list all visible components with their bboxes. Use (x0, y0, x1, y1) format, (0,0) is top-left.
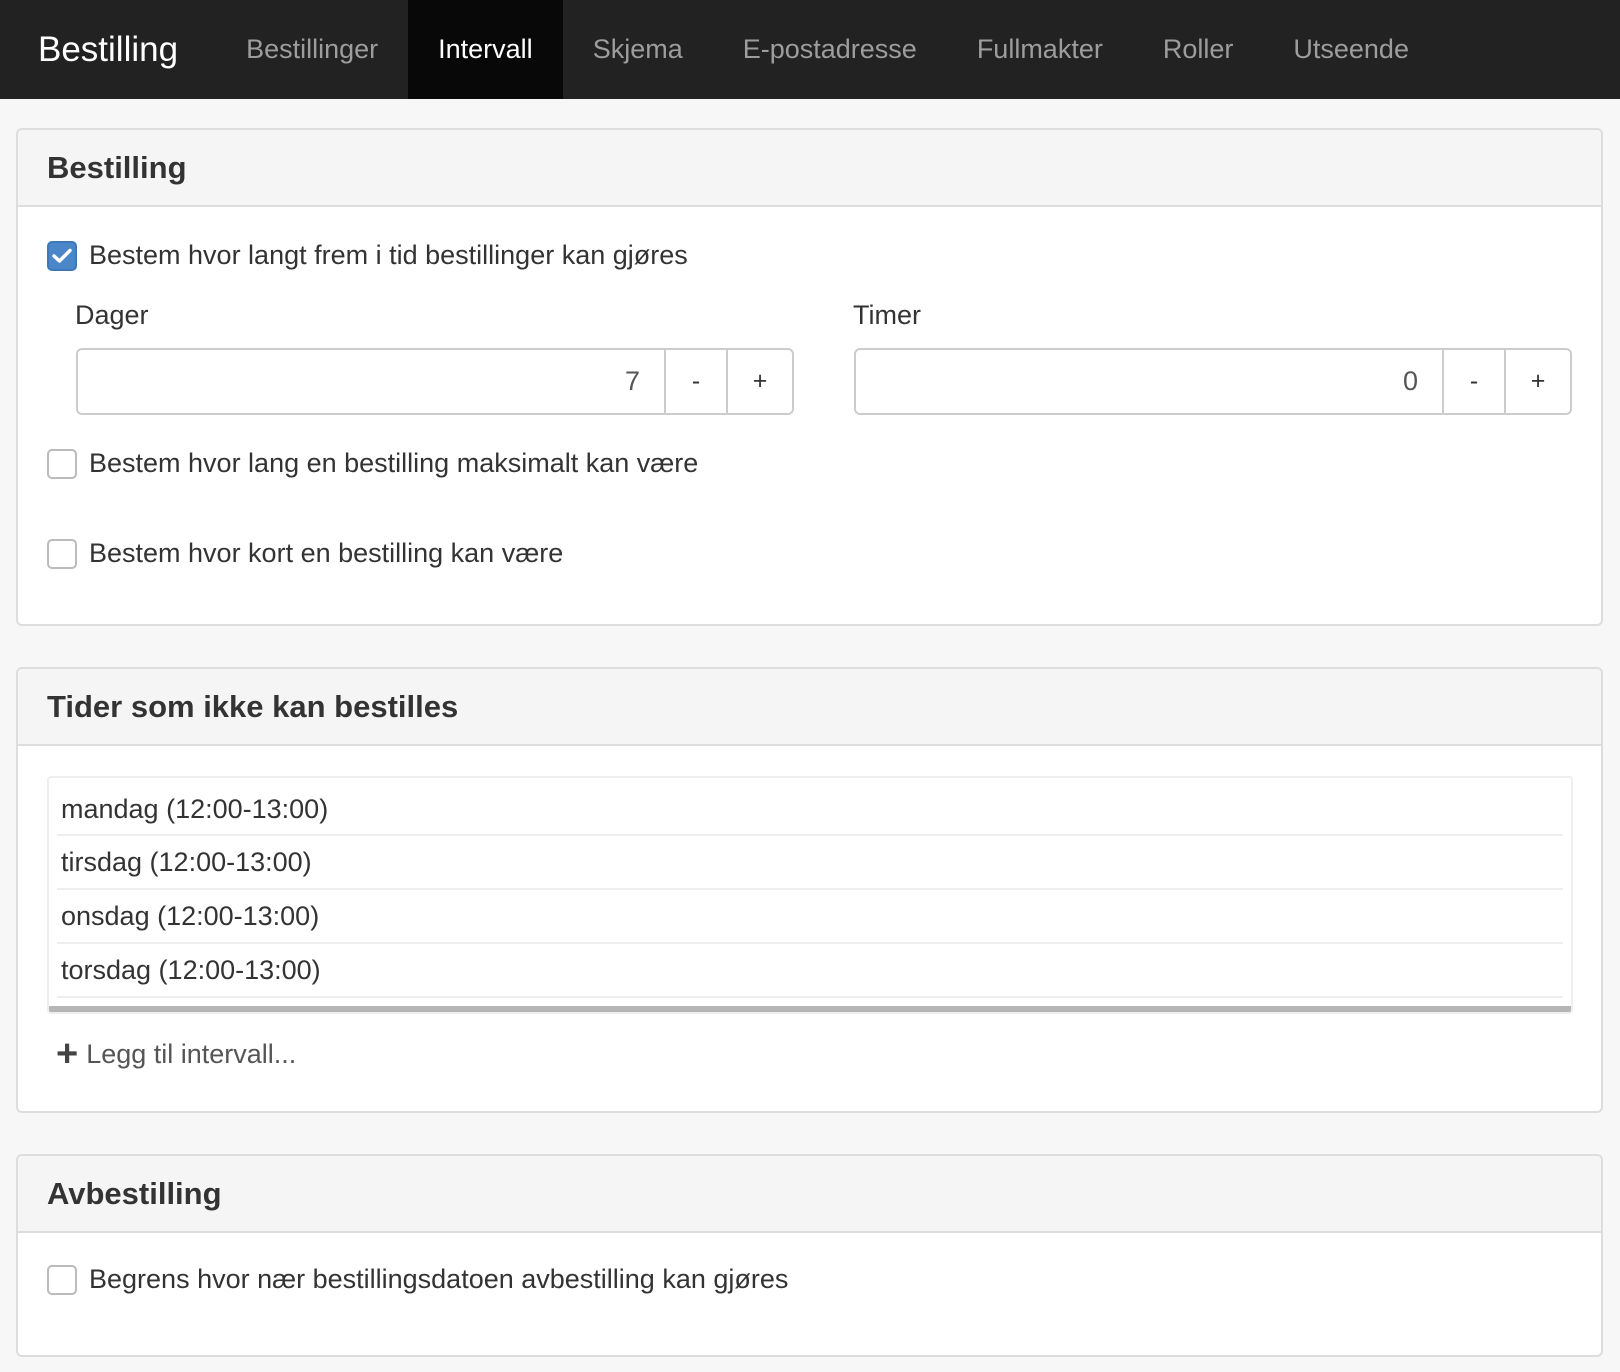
booking-panel-title: Bestilling (18, 130, 1601, 207)
days-spinner: - + (76, 348, 794, 415)
days-input[interactable] (78, 350, 664, 413)
list-item[interactable]: torsdag (12:00-13:00) (57, 944, 1563, 998)
min-length-option: Bestem hvor kort en bestilling kan være (47, 538, 563, 569)
advance-booking-option: Bestem hvor langt frem i tid bestillinge… (47, 240, 688, 271)
booking-panel: Bestilling Bestem hvor langt frem i tid … (16, 128, 1603, 626)
horizontal-scrollbar[interactable] (49, 1006, 1571, 1012)
list-item[interactable]: tirsdag (12:00-13:00) (57, 836, 1563, 890)
tab-e-postadresse[interactable]: E-postadresse (713, 0, 947, 99)
brand-title[interactable]: Bestilling (0, 0, 216, 99)
plus-icon: + (56, 1033, 79, 1075)
cancellation-limit-option: Begrens hvor nær bestillingsdatoen avbes… (47, 1264, 788, 1295)
advance-booking-label: Bestem hvor langt frem i tid bestillinge… (89, 240, 688, 270)
add-interval-link[interactable]: + Legg til intervall... (56, 1035, 296, 1073)
cancellation-panel: Avbestilling Begrens hvor nær bestilling… (16, 1154, 1603, 1357)
list-item[interactable]: mandag (12:00-13:00) (57, 778, 1563, 836)
tab-bestillinger[interactable]: Bestillinger (216, 0, 408, 99)
max-length-checkbox[interactable] (47, 448, 77, 479)
advance-booking-checkbox[interactable] (47, 240, 77, 271)
blocked-times-title: Tider som ikke kan bestilles (18, 669, 1601, 746)
tab-intervall[interactable]: Intervall (408, 0, 563, 99)
top-navbar: Bestilling Bestillinger Intervall Skjema… (0, 0, 1620, 99)
days-decrement-button[interactable]: - (664, 350, 726, 413)
hours-spinner: - + (854, 348, 1572, 415)
max-length-label: Bestem hvor lang en bestilling maksimalt… (89, 448, 699, 478)
hours-increment-button[interactable]: + (1504, 350, 1570, 413)
cancellation-panel-title: Avbestilling (18, 1156, 1601, 1233)
add-interval-label: Legg til intervall... (86, 1038, 297, 1069)
tab-skjema[interactable]: Skjema (563, 0, 713, 99)
tab-utseende[interactable]: Utseende (1263, 0, 1439, 99)
min-length-checkbox[interactable] (47, 538, 77, 569)
blocked-times-panel: Tider som ikke kan bestilles mandag (12:… (16, 667, 1603, 1113)
list-item[interactable]: onsdag (12:00-13:00) (57, 890, 1563, 944)
checkmark-icon (52, 248, 72, 263)
hours-label: Timer (853, 300, 921, 330)
cancellation-limit-label: Begrens hvor nær bestillingsdatoen avbes… (89, 1264, 789, 1294)
hours-decrement-button[interactable]: - (1442, 350, 1504, 413)
tab-fullmakter[interactable]: Fullmakter (947, 0, 1133, 99)
min-length-label: Bestem hvor kort en bestilling kan være (89, 538, 564, 568)
blocked-times-list[interactable]: mandag (12:00-13:00) tirsdag (12:00-13:0… (47, 776, 1573, 1014)
hours-input[interactable] (856, 350, 1442, 413)
cancellation-limit-checkbox[interactable] (47, 1264, 77, 1295)
days-label: Dager (75, 300, 149, 330)
max-length-option: Bestem hvor lang en bestilling maksimalt… (47, 448, 698, 479)
tab-roller[interactable]: Roller (1133, 0, 1264, 99)
days-increment-button[interactable]: + (726, 350, 792, 413)
